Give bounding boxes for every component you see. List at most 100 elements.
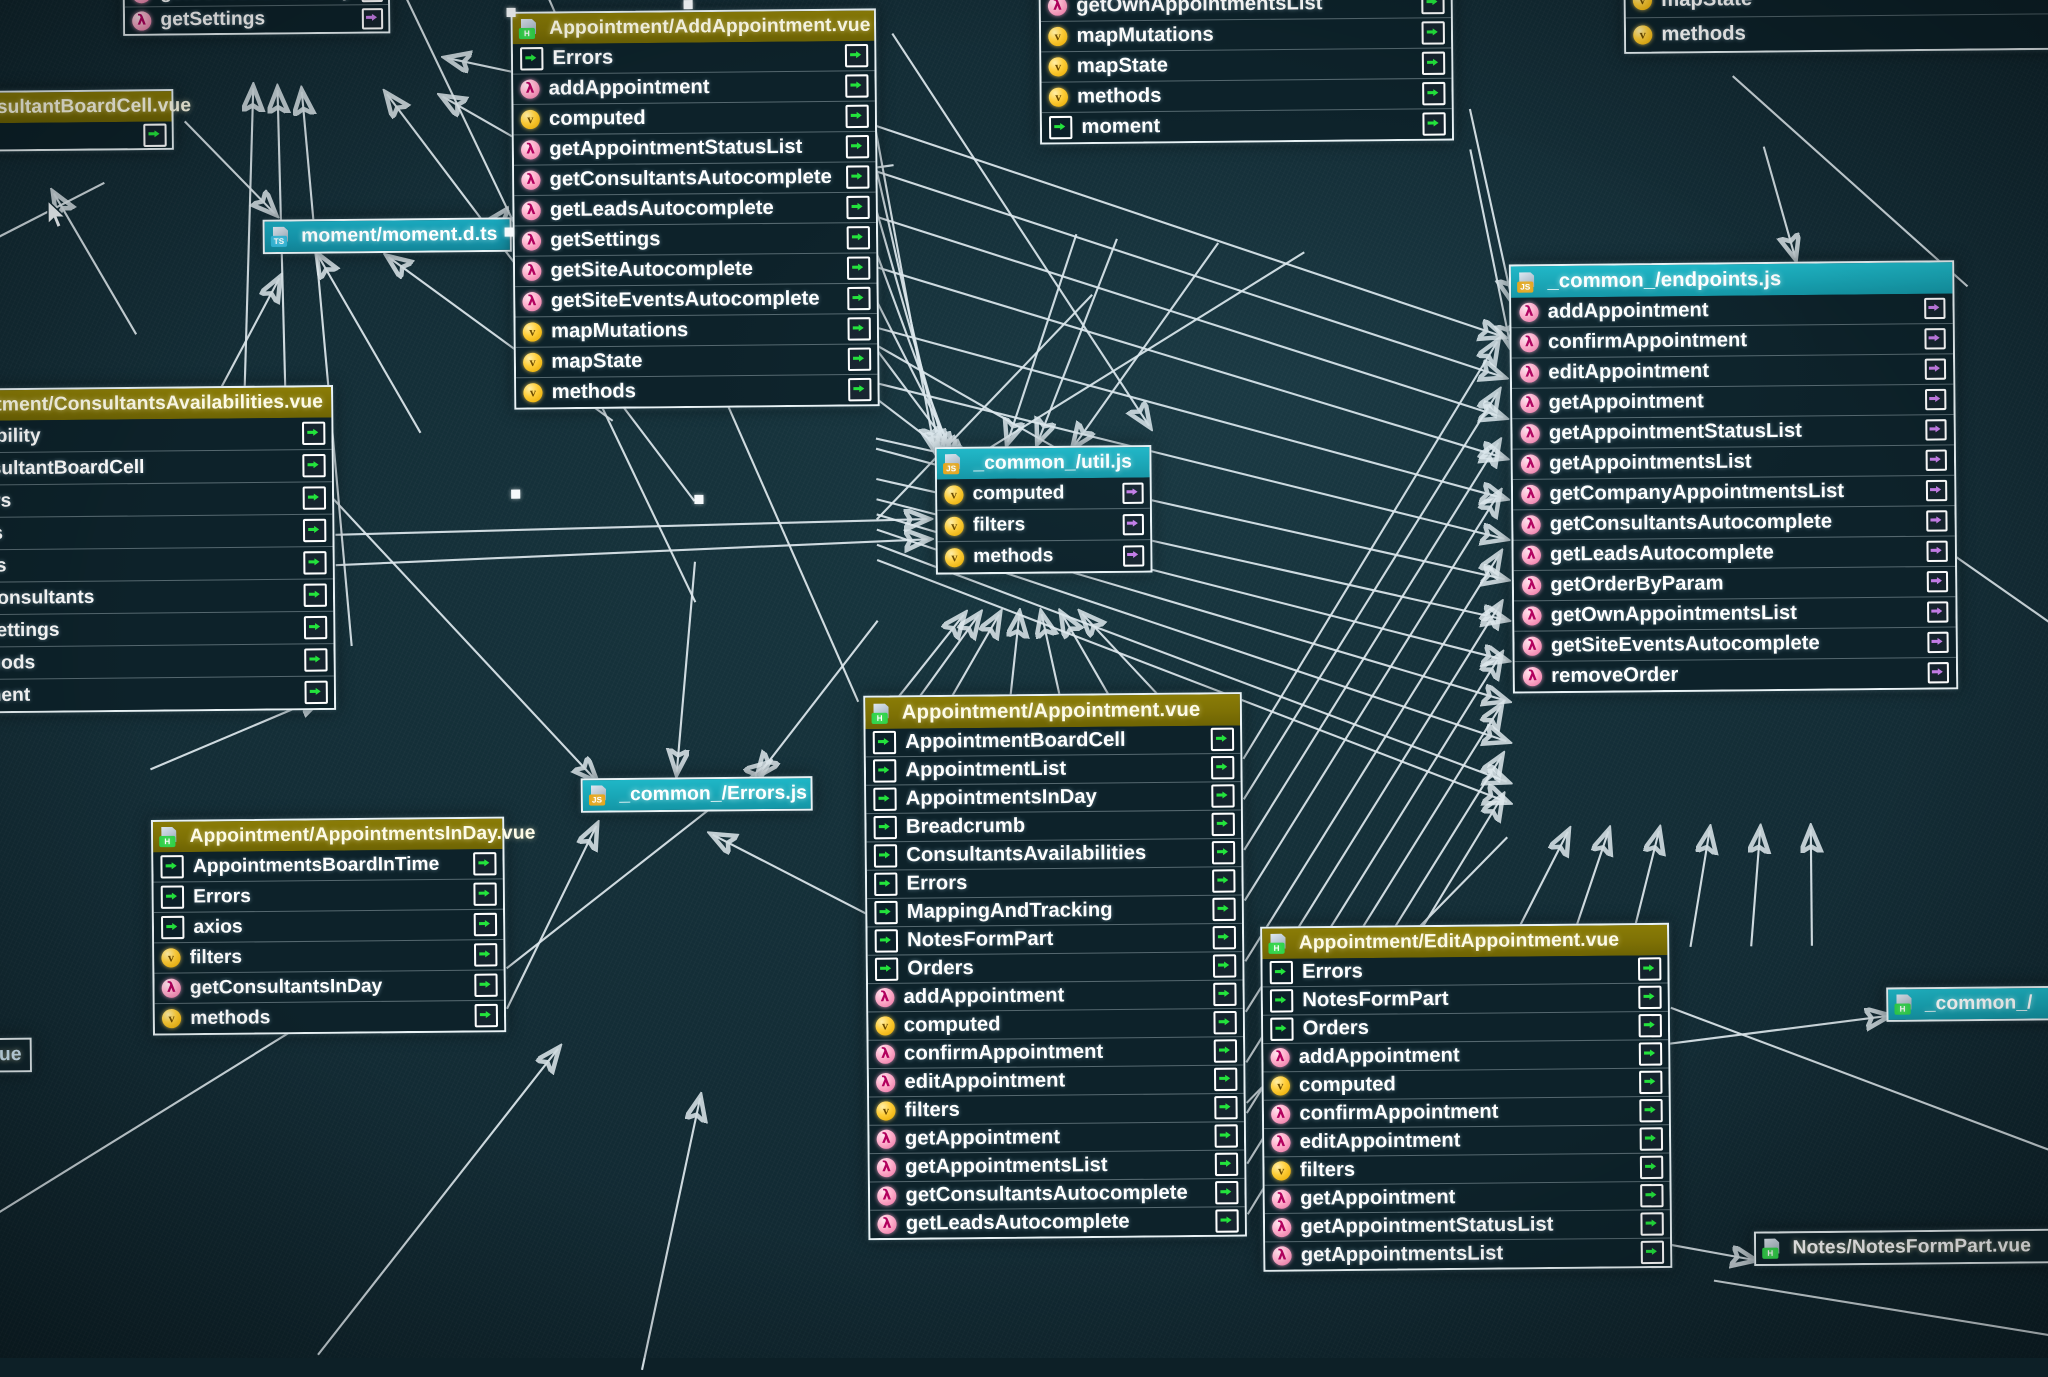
diagram-canvas[interactable]: getConsultantsInDay getSettings H ent/Co… (0, 0, 2048, 1376)
member-row[interactable]: ConsultantBoardCell (0, 448, 332, 485)
member-row[interactable]: ConsultantsAvailabilities (866, 837, 1242, 870)
member-row[interactable]: MappingAndTracking (867, 894, 1242, 927)
member-row[interactable]: AppointmentList (865, 752, 1241, 785)
member-row[interactable]: vailability (0, 417, 332, 452)
member-row[interactable]: AppointmentsBoardInTime (153, 849, 502, 882)
selection-handle[interactable] (694, 494, 704, 505)
member-row[interactable]: NotesFormPart (1262, 982, 1668, 1015)
member-row[interactable]: moment (0, 675, 335, 712)
member-row[interactable]: getOrderByParam (1513, 565, 1956, 601)
member-row[interactable]: computed (513, 100, 876, 135)
member-row[interactable]: computed (1263, 1067, 1669, 1100)
node-company-appointments-partial[interactable]: getCompanyAppointmentsListgetOwnAppointm… (1038, 0, 1455, 145)
node-edit-appointment[interactable]: H Appointment/EditAppointment.vue Errors… (1260, 922, 1673, 1272)
member-row[interactable]: editAppointment (1511, 353, 1954, 388)
member-row[interactable]: Orders (867, 951, 1243, 984)
node-common-endpoints[interactable]: JS _common_/endpoints.js addAppointment c… (1508, 260, 1959, 694)
member-row[interactable]: Errors (513, 41, 875, 74)
member-row[interactable]: computed (868, 1007, 1243, 1040)
member-row[interactable]: axios (0, 513, 333, 550)
member-row[interactable]: getSettings (124, 3, 389, 34)
node-bottom-left-stub[interactable]: ue (0, 1037, 32, 1073)
member-row[interactable]: mapMutations (1040, 17, 1452, 52)
node-add-appointment[interactable]: H Appointment/AddAppointment.vue Errors a… (510, 8, 880, 410)
member-row[interactable]: Errors (1262, 955, 1667, 986)
member-row[interactable]: editAppointment (1264, 1124, 1670, 1157)
member-row[interactable]: computed (937, 477, 1150, 509)
member-row[interactable]: filters (869, 1092, 1244, 1125)
member-row[interactable]: Errors (153, 878, 503, 913)
member-row[interactable]: filters (154, 939, 504, 973)
node-common-right-edge[interactable]: H _common_/ (1886, 985, 2048, 1022)
member-row[interactable]: filters (1264, 1152, 1670, 1185)
member-row[interactable]: confirmAppointment (868, 1036, 1244, 1069)
selection-handle[interactable] (683, 0, 693, 10)
node-consultant-board-cell[interactable]: H ent/ConsultantBoardCell.vue (0, 89, 191, 153)
member-row[interactable]: addAppointment (1263, 1039, 1669, 1072)
node-consultants-availabilities[interactable]: ppointment/ConsultantsAvailabilities.vue… (0, 385, 337, 714)
member-row[interactable]: getSiteEventsAutocomplete (515, 282, 877, 317)
member-row[interactable]: getSettings (0, 610, 334, 647)
node-consultants-in-day-partial[interactable]: getConsultantsInDay getSettings (122, 0, 391, 36)
member-row[interactable]: getAppointmentStatusList (1264, 1209, 1670, 1242)
member-row[interactable]: getAppointment (869, 1121, 1245, 1154)
member-row[interactable]: getConsultantsAutocomplete (514, 161, 876, 196)
member-row[interactable]: getCompanyAppointmentsList (1512, 474, 1955, 510)
selection-handle[interactable] (506, 7, 516, 18)
member-row[interactable]: methods (937, 539, 1151, 573)
member-row[interactable]: methods (516, 373, 878, 408)
member-row[interactable]: getLeadsAutocomplete (1513, 535, 1956, 571)
selection-handle[interactable] (511, 489, 521, 499)
member-row[interactable]: confirmAppointment (1511, 322, 1953, 358)
member-row[interactable]: Errors (0, 481, 333, 518)
node-common-util[interactable]: JS _common_/util.js computed filters metho… (934, 445, 1153, 575)
member-row[interactable]: getAppointmentStatusList (1512, 414, 1954, 449)
member-row[interactable]: getSiteEventsAutocomplete (1514, 626, 1956, 662)
member-row[interactable]: mapMutations (515, 313, 878, 347)
node-common-errors[interactable]: JS _common_/Errors.js (580, 776, 813, 813)
member-row[interactable]: addAppointment (868, 979, 1243, 1012)
node-map-partial-right[interactable]: mapMutationsmapStatemethods (1622, 0, 2048, 54)
member-row[interactable]: getSettings (514, 221, 877, 256)
node-notes-form-part[interactable]: H Notes/NotesFormPart.vue (1753, 1228, 2048, 1267)
member-row[interactable]: methods (1041, 77, 1452, 113)
member-row[interactable]: getAppointmentsList (1512, 444, 1955, 479)
member-row[interactable]: getSiteAutocomplete (514, 252, 877, 287)
member-row[interactable]: NotesFormPart (867, 922, 1243, 955)
node-moment-d-ts[interactable]: TS moment/moment.d.ts (262, 217, 512, 255)
member-row[interactable]: AppointmentBoardCell (866, 726, 1241, 757)
member-row[interactable]: getConsultantsInDay (154, 969, 504, 1004)
member-row[interactable]: axios (153, 908, 504, 943)
member-row[interactable]: Breadcrumb (866, 809, 1242, 842)
member-row[interactable]: addAppointment (1511, 294, 1952, 328)
member-row[interactable]: methods (1625, 13, 2048, 52)
member-row[interactable]: mapState (1041, 47, 1452, 82)
member-row[interactable]: getAppointment (1264, 1180, 1670, 1214)
member-row[interactable]: getAppointmentStatusList (513, 130, 876, 165)
member-row[interactable]: getAppointment (1512, 383, 1954, 419)
member-row[interactable]: moment (1041, 108, 1452, 143)
member-row[interactable]: confirmAppointment (1263, 1095, 1669, 1129)
member-row[interactable]: getConsultantsAutocomplete (869, 1177, 1245, 1210)
node-appointment[interactable]: H Appointment/Appointment.vue Appointmen… (863, 692, 1247, 1241)
member-row[interactable]: methods (154, 999, 505, 1034)
member-row[interactable]: getAppointmentsList (1265, 1237, 1671, 1270)
member-row[interactable]: addAppointment (513, 70, 875, 104)
member-row[interactable]: getAppointmentsList (869, 1149, 1245, 1182)
member-row[interactable]: getOwnAppointmentsList (1514, 596, 1956, 631)
member-row[interactable]: Orders (1263, 1010, 1669, 1044)
member-row[interactable]: editAppointment (868, 1064, 1244, 1097)
member-row[interactable]: getConsultantsAutocomplete (1513, 505, 1955, 540)
member-row[interactable]: filters (937, 507, 1151, 542)
selection-handle[interactable] (504, 227, 514, 237)
member-row[interactable]: methods (0, 643, 334, 680)
node-appointments-in-day[interactable]: H Appointment/AppointmentsInDay.vue Appo… (150, 816, 536, 1036)
member-row[interactable]: mapState (515, 343, 878, 378)
member-row[interactable]: filters (0, 545, 333, 583)
member-row[interactable]: AppointmentsInDay (866, 781, 1241, 814)
member-row[interactable]: getLeadsAutocomplete (514, 191, 876, 226)
member-row[interactable]: getLeadsAutocomplete (870, 1206, 1245, 1239)
member-row[interactable]: getConsultants (0, 578, 334, 615)
member-row[interactable] (0, 121, 172, 150)
member-row[interactable]: removeOrder (1514, 656, 1957, 692)
